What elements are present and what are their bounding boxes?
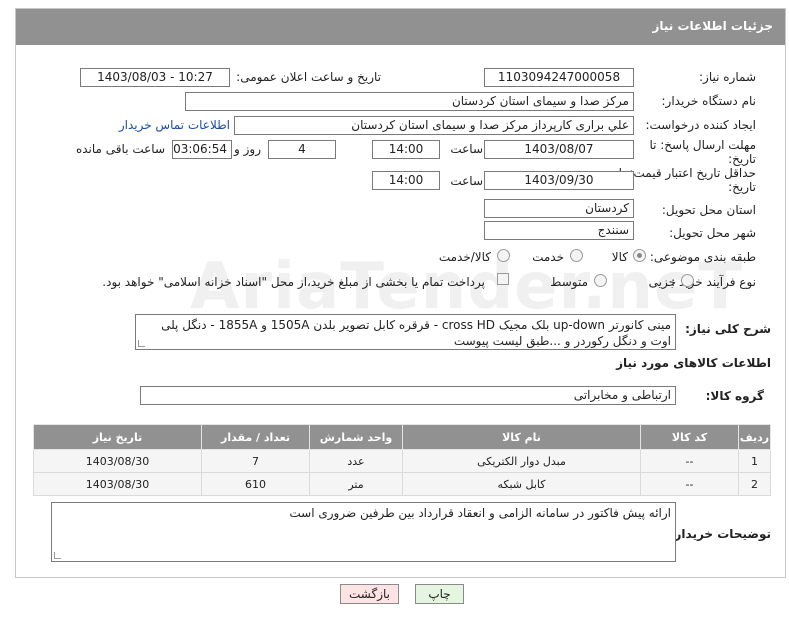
buyer-org-label: نام دستگاه خریدار: bbox=[661, 94, 757, 108]
cell-quantity: 7 bbox=[201, 449, 310, 473]
purchase-minor-label: جزیی bbox=[648, 275, 676, 289]
reply-time-field: 14:00 bbox=[372, 140, 440, 159]
category-service-radio[interactable] bbox=[570, 249, 583, 262]
back-button[interactable]: بازگشت bbox=[340, 584, 399, 604]
announce-field: 1403/08/03 - 10:27 bbox=[80, 68, 230, 87]
cell-name: کابل شبکه bbox=[402, 472, 641, 496]
province-field: کردستان bbox=[484, 199, 634, 218]
reply-deadline-label: مهلت ارسال پاسخ: تا bbox=[649, 138, 756, 152]
buyer-notes-label: توضیحات خریدار: bbox=[669, 527, 771, 541]
goods-group-field: ارتباطی و مخابراتی bbox=[140, 386, 676, 405]
validity-date-field: 1403/09/30 bbox=[484, 171, 634, 190]
cell-unit: عدد bbox=[309, 449, 403, 473]
cell-unit: متر bbox=[309, 472, 403, 496]
cell-row: 2 bbox=[738, 472, 771, 496]
resize-handle[interactable] bbox=[138, 340, 145, 347]
col-unit: واحد شمارش bbox=[309, 424, 403, 450]
goods-section-title: اطلاعات کالاهای مورد نیاز bbox=[616, 356, 771, 370]
announce-label: تاریخ و ساعت اعلان عمومی: bbox=[236, 70, 381, 84]
cell-name: مبدل دوار الکتریکی bbox=[402, 449, 641, 473]
col-need-date: تاریخ نیاز bbox=[33, 424, 202, 450]
price-validity-label: حداقل تاریخ اعتبار قیمت: تا bbox=[618, 166, 756, 180]
summary-textarea: مینی کانورتر up-down بلک مجیک cross HD -… bbox=[135, 314, 676, 350]
city-field: سنندج bbox=[484, 221, 634, 240]
validity-time-field: 14:00 bbox=[372, 171, 440, 190]
summary-text: مینی کانورتر up-down بلک مجیک cross HD -… bbox=[161, 318, 671, 348]
category-label: طبقه بندی موضوعی: bbox=[649, 250, 756, 264]
cell-code: -- bbox=[640, 449, 739, 473]
reply-time-label: ساعت bbox=[450, 142, 483, 156]
goods-group-label: گروه کالا: bbox=[705, 389, 764, 403]
requester-field: علي براری کارپرداز مرکز صدا و سیمای استا… bbox=[234, 116, 634, 135]
buyer-notes-text: ارائه پیش فاکتور در سامانه الزامی و انعق… bbox=[289, 506, 671, 520]
buyer-org-field: مرکز صدا و سیمای استان کردستان bbox=[185, 92, 634, 111]
requester-label: ایجاد کننده درخواست: bbox=[645, 118, 756, 132]
buyer-notes-textarea: ارائه پیش فاکتور در سامانه الزامی و انعق… bbox=[51, 502, 676, 562]
cell-row: 1 bbox=[738, 449, 771, 473]
cell-need-date: 1403/08/30 bbox=[33, 472, 202, 496]
days-label: روز و bbox=[234, 142, 261, 156]
reply-date-field: 1403/08/07 bbox=[484, 140, 634, 159]
cell-code: -- bbox=[640, 472, 739, 496]
buyer-contact-link[interactable]: اطلاعات تماس خریدار bbox=[119, 118, 230, 132]
header-bar: جزئیات اطلاعات نیاز bbox=[16, 9, 785, 45]
province-label: استان محل تحویل: bbox=[661, 203, 756, 217]
goods-table: ردیف کد کالا نام کالا واحد شمارش تعداد /… bbox=[33, 424, 771, 496]
need-number-label: شماره نیاز: bbox=[699, 70, 756, 84]
days-remaining-field: 4 bbox=[268, 140, 336, 159]
city-label: شهر محل تحویل: bbox=[669, 226, 756, 240]
col-name: نام کالا bbox=[402, 424, 641, 450]
print-button[interactable]: چاپ bbox=[415, 584, 464, 604]
purchase-medium-radio[interactable] bbox=[594, 274, 607, 287]
category-goods-radio[interactable] bbox=[633, 249, 646, 262]
col-row: ردیف bbox=[738, 424, 771, 450]
category-service-label: خدمت bbox=[532, 250, 564, 264]
remaining-time-label: ساعت باقی مانده bbox=[75, 142, 165, 156]
page-title: جزئیات اطلاعات نیاز bbox=[652, 19, 773, 33]
need-number-field: 1103094247000058 bbox=[484, 68, 634, 87]
col-code: کد کالا bbox=[640, 424, 739, 450]
category-both-label: کالا/خدمت bbox=[438, 250, 491, 264]
table-row: 1 -- مبدل دوار الکتریکی عدد 7 1403/08/30 bbox=[33, 449, 771, 473]
category-goods-label: کالا bbox=[611, 250, 628, 264]
remaining-time-field: 03:06:54 bbox=[172, 140, 232, 159]
purchase-minor-radio[interactable] bbox=[681, 274, 694, 287]
summary-label: شرح کلی نیاز: bbox=[685, 322, 771, 336]
resize-handle[interactable] bbox=[54, 552, 61, 559]
treasury-payment-checkbox[interactable] bbox=[497, 273, 509, 285]
table-row: 2 -- کابل شبکه متر 610 1403/08/30 bbox=[33, 472, 771, 496]
validity-time-label: ساعت bbox=[450, 174, 483, 188]
reply-deadline-date-label: تاریخ: bbox=[728, 152, 756, 166]
price-validity-date-label: تاریخ: bbox=[728, 180, 756, 194]
table-header-row: ردیف کد کالا نام کالا واحد شمارش تعداد /… bbox=[33, 424, 771, 450]
cell-quantity: 610 bbox=[201, 472, 310, 496]
col-quantity: تعداد / مقدار bbox=[201, 424, 310, 450]
category-both-radio[interactable] bbox=[497, 249, 510, 262]
purchase-medium-label: متوسط bbox=[550, 275, 588, 289]
treasury-payment-note: پرداخت تمام یا بخشی از مبلغ خرید،از محل … bbox=[102, 275, 485, 289]
cell-need-date: 1403/08/30 bbox=[33, 449, 202, 473]
